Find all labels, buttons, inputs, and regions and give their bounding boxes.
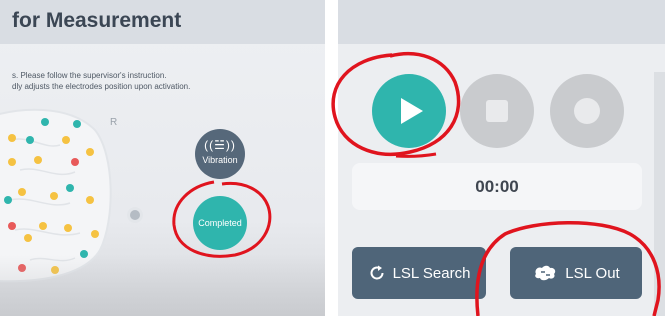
electrode-dot [71, 158, 79, 166]
electrode-dot [26, 136, 34, 144]
stop-button[interactable] [460, 74, 534, 148]
electrode-dot [41, 118, 49, 126]
record-icon [574, 98, 600, 124]
vibration-button[interactable]: ((☱)) Vibration [195, 129, 245, 179]
brain-icon [532, 264, 558, 282]
instruction-text-1: s. Please follow the supervisor's instru… [12, 71, 167, 80]
instruction-text-2: dly adjusts the electrodes position upon… [12, 82, 191, 91]
timer-display: 00:00 [352, 163, 642, 210]
play-icon [401, 98, 423, 124]
measurement-panel: for Measurement s. Please follow the sup… [0, 0, 325, 316]
electrode-dot [62, 136, 70, 144]
stop-icon [486, 100, 508, 122]
record-button[interactable] [550, 74, 624, 148]
electrode-dot [8, 134, 16, 142]
electrode-dot [24, 234, 32, 242]
lsl-search-label: LSL Search [392, 264, 471, 282]
play-button[interactable] [372, 74, 446, 148]
electrode-dot [18, 188, 26, 196]
reference-dot [130, 210, 140, 220]
refresh-icon [368, 264, 386, 282]
electrode-dot [4, 196, 12, 204]
completed-button[interactable]: Completed [193, 196, 247, 250]
panel-header: for Measurement [0, 0, 325, 44]
electrode-dot [86, 148, 94, 156]
lsl-search-button[interactable]: LSL Search [352, 247, 486, 299]
electrode-dot [8, 222, 16, 230]
electrode-dot [86, 196, 94, 204]
recording-control-panel: 00:00 LSL Search LSL Out [338, 0, 665, 316]
bottom-fade [0, 255, 325, 316]
electrode-dot [34, 156, 42, 164]
panel-edge [654, 72, 665, 316]
electrode-dot [50, 192, 58, 200]
electrode-dot [91, 230, 99, 238]
lsl-out-label: LSL Out [565, 264, 620, 282]
electrode-dot [8, 158, 16, 166]
vibration-label: Vibration [202, 155, 238, 165]
lsl-out-button[interactable]: LSL Out [510, 247, 642, 299]
vibration-icon: ((☱)) [204, 138, 236, 152]
panel-top-bar [338, 0, 665, 44]
page-title: for Measurement [12, 9, 182, 32]
electrode-dot [66, 184, 74, 192]
electrode-dot [73, 120, 81, 128]
electrode-dot [39, 222, 47, 230]
electrode-dot [64, 224, 72, 232]
